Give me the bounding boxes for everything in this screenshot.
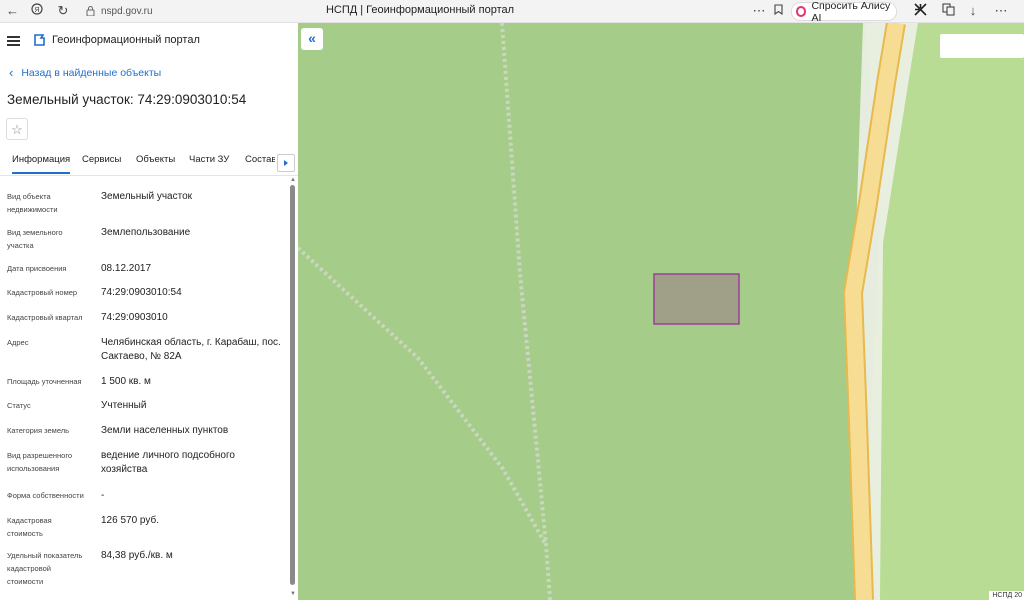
portal-logo-icon: [34, 34, 45, 46]
property-value: 1 500 кв. м: [101, 376, 151, 387]
object-title: Земельный участок: 74:29:0903010:54: [7, 92, 247, 107]
scroll-down-icon[interactable]: ▼: [290, 591, 296, 597]
lock-icon: [86, 6, 95, 16]
property-label: Площадь уточненная: [7, 377, 82, 386]
reload-icon[interactable]: ↻: [56, 3, 70, 19]
property-value: 74:29:0903010: [101, 312, 168, 323]
alice-icon: [796, 6, 807, 17]
property-label: Удельный показатель кадастровой стоимост…: [7, 551, 83, 586]
scrollbar-thumb[interactable]: [290, 185, 295, 585]
property-value: Челябинская область, г. Карабаш, пос. Са…: [101, 337, 281, 362]
property-value: 08.12.2017: [101, 263, 152, 274]
property-label: Дата присвоения: [7, 264, 67, 273]
back-arrow-icon[interactable]: ←: [6, 3, 19, 19]
more-icon[interactable]: ⋯: [752, 3, 766, 19]
map-credit: НСПД 20: [989, 591, 1024, 600]
tab-title[interactable]: НСПД | Геоинформационный портал: [290, 4, 550, 16]
bookmark-icon[interactable]: [772, 3, 784, 19]
map-layer: [298, 23, 1024, 600]
app-header: Геоинформационный портал: [0, 23, 298, 59]
property-label: Вид объекта недвижимости: [7, 192, 58, 214]
address-bar[interactable]: nspd.gov.ru: [78, 2, 174, 20]
browser-toolbar: ← Я ↻ nspd.gov.ru НСПД | Геоинформационн…: [0, 0, 1024, 24]
tab-services[interactable]: Сервисы: [82, 154, 121, 165]
property-label: Адрес: [7, 338, 29, 347]
property-value: -: [101, 490, 105, 501]
menu-dots-icon[interactable]: ⋯: [994, 3, 1008, 19]
collapse-panel-button[interactable]: «: [301, 28, 323, 50]
property-value: Учтенный: [101, 400, 147, 411]
property-value: 74:29:0903010:54: [101, 287, 182, 298]
property-label: Статус: [7, 401, 31, 410]
property-value: 84,38 руб./кв. м: [101, 550, 173, 561]
property-list: Вид объекта недвижимости Земельный участ…: [0, 178, 288, 600]
favorite-star-icon[interactable]: ☆: [6, 118, 28, 140]
alice-label: Спросить Алису AI: [811, 0, 891, 24]
app-title: Геоинформационный портал: [52, 34, 200, 46]
translate-icon[interactable]: [940, 3, 956, 19]
svg-text:Я: Я: [34, 7, 39, 14]
tabs-next-button[interactable]: [277, 154, 295, 172]
property-value: Земли населенных пунктов: [101, 425, 229, 436]
url-text: nspd.gov.ru: [101, 5, 153, 17]
extension-icon[interactable]: [912, 3, 928, 19]
tab-composition[interactable]: Состав: [245, 154, 275, 165]
tab-parcel-parts[interactable]: Части ЗУ: [189, 154, 229, 165]
property-label: Кадастровый номер: [7, 288, 78, 297]
sidebar-scrollbar[interactable]: ▲ ▼: [289, 177, 296, 599]
property-label: Форма собственности: [7, 491, 84, 500]
footpath-diagonal: [298, 246, 548, 546]
chevron-left-icon: ‹: [9, 65, 14, 80]
tab-bar: Информация Сервисы Объекты Части ЗУ Сост…: [0, 147, 298, 176]
yandex-icon[interactable]: Я: [30, 3, 44, 19]
ask-alice-button[interactable]: Спросить Алису AI: [791, 0, 897, 24]
back-to-results-link[interactable]: ‹ Назад в найденные объекты: [9, 65, 162, 80]
property-label: Категория земель: [7, 426, 70, 435]
property-label: Вид разрешенного использования: [7, 451, 73, 473]
map-search-field[interactable]: [940, 34, 1024, 58]
tab-objects[interactable]: Объекты: [136, 154, 175, 165]
property-label: Кадастровая стоимость: [7, 516, 52, 538]
scroll-up-icon[interactable]: ▲: [290, 177, 296, 183]
property-value: Земельный участок: [101, 191, 193, 202]
chevron-right-icon: [284, 160, 288, 166]
property-value: ведение личного подсобного хозяйства: [101, 450, 235, 475]
back-link-label: Назад в найденные объекты: [21, 67, 162, 79]
land-parcel[interactable]: [653, 273, 740, 325]
property-label: Кадастровый квартал: [7, 313, 83, 322]
footpath-vertical: [500, 23, 552, 600]
download-icon[interactable]: ↓: [966, 3, 980, 19]
property-value: 126 570 руб.: [101, 515, 159, 526]
property-value: Землепользование: [101, 227, 191, 238]
tab-information[interactable]: Информация: [12, 154, 71, 174]
sidebar-panel: Геоинформационный портал ‹ Назад в найде…: [0, 23, 299, 600]
map-canvas[interactable]: « НСПД 20: [298, 23, 1024, 600]
property-label: Вид земельного участка: [7, 228, 63, 250]
hamburger-menu-icon[interactable]: [7, 36, 20, 46]
